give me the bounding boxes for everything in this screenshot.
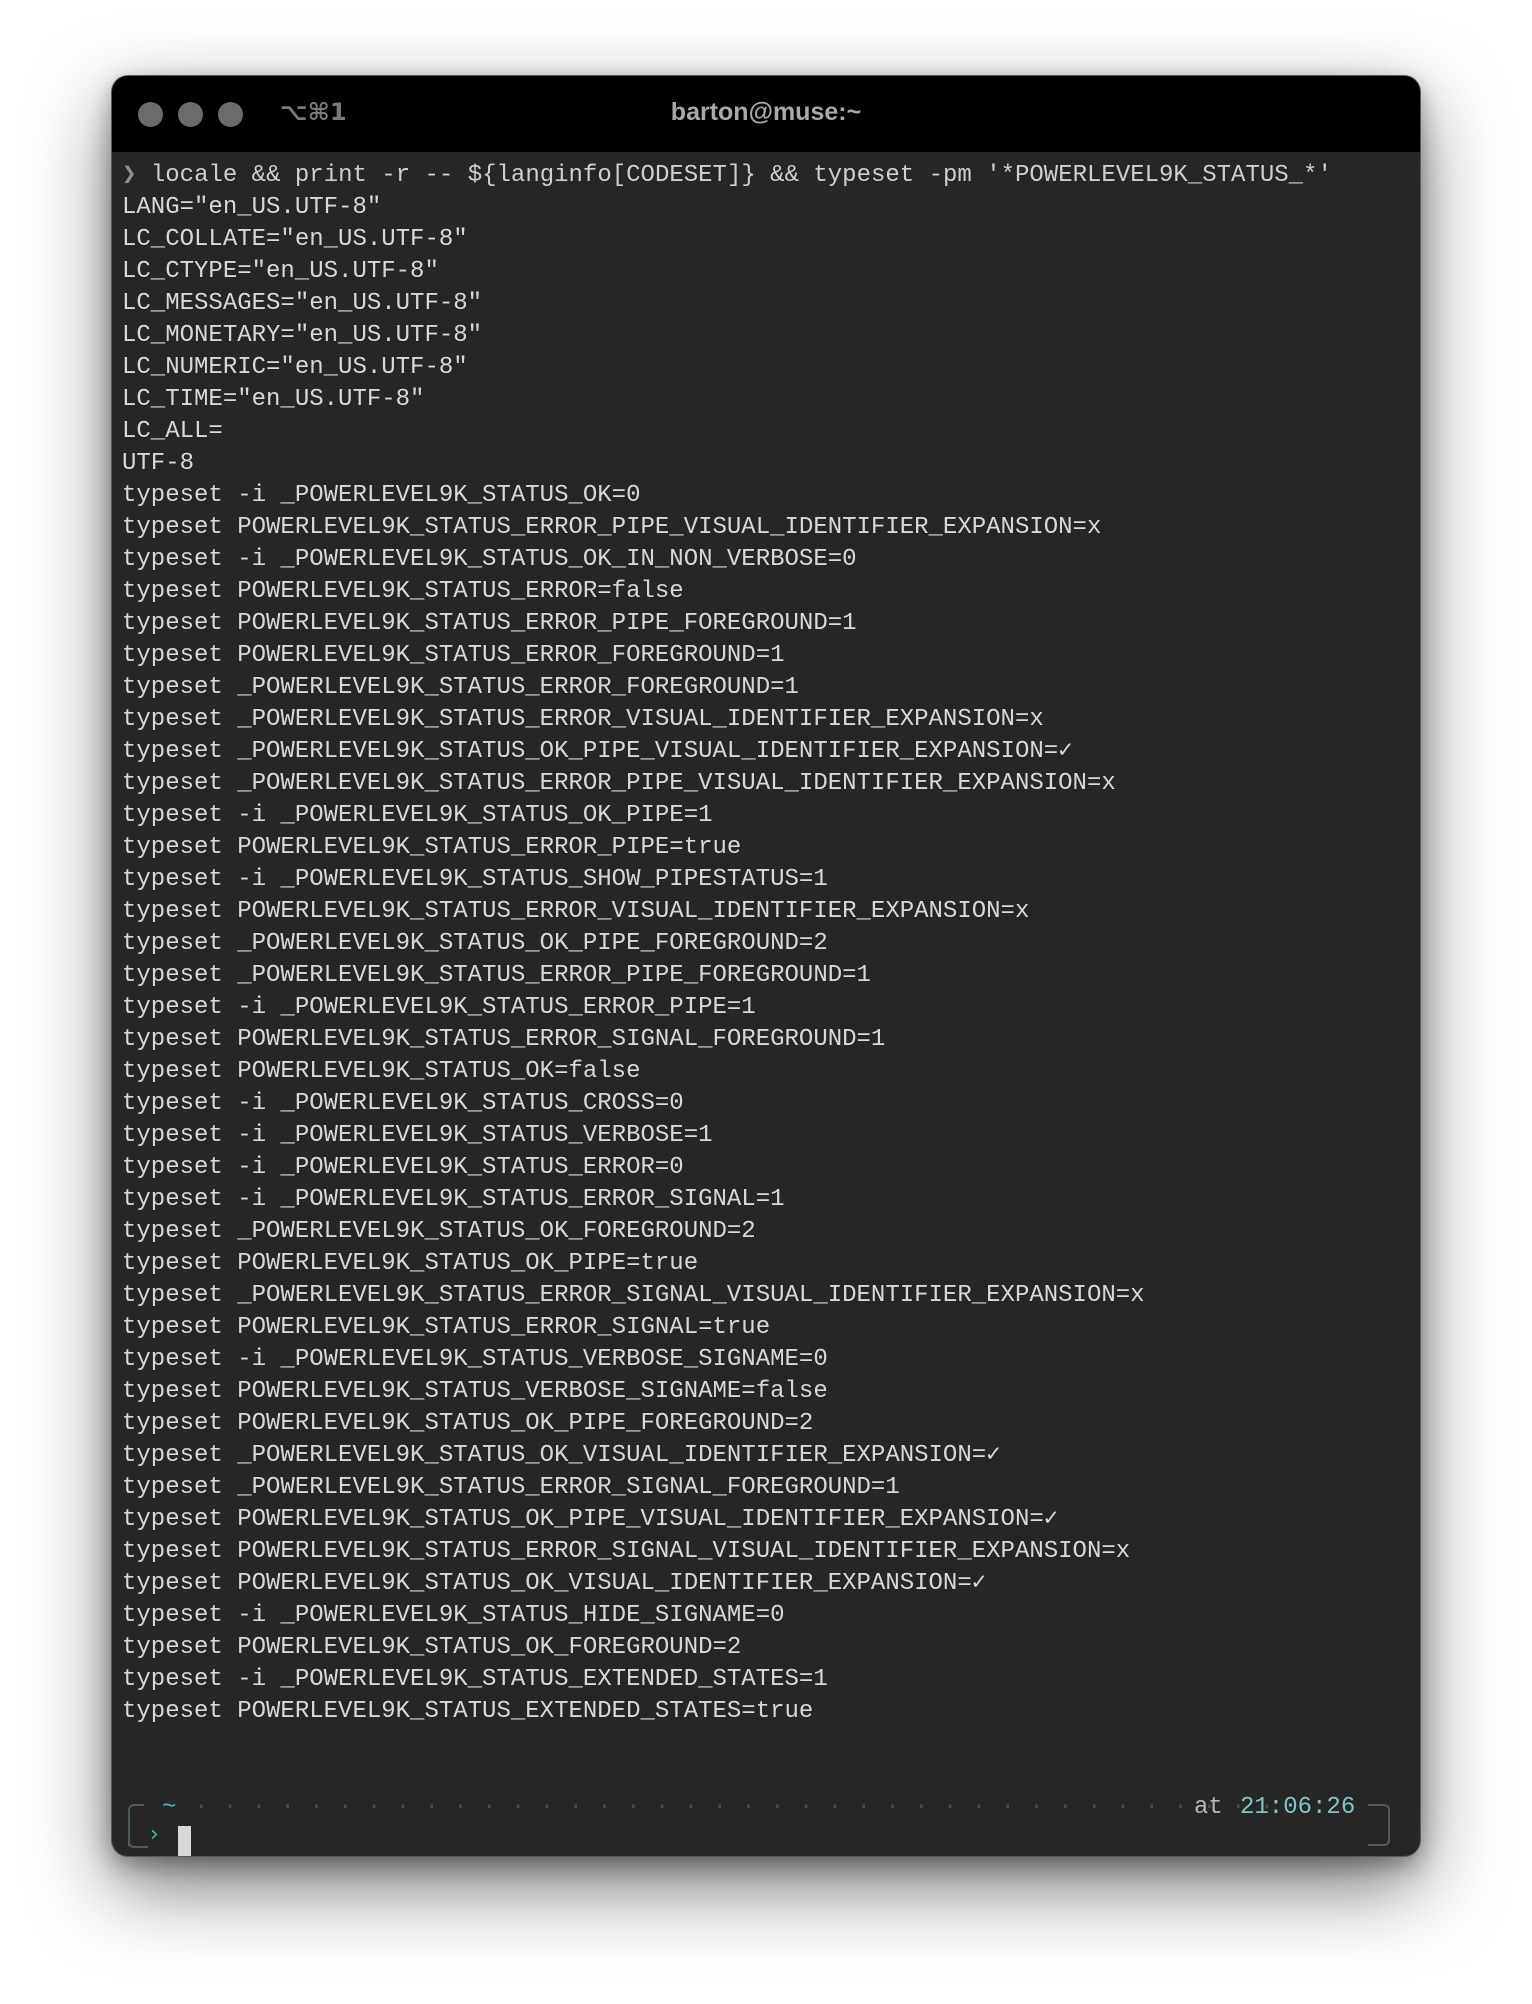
output-line: typeset -i _POWERLEVEL9K_STATUS_SHOW_PIP… [122,866,828,893]
prompt-frame-bottom-right [1368,1822,1390,1846]
output-line: typeset POWERLEVEL9K_STATUS_EXTENDED_STA… [122,1698,814,1725]
output-line: typeset POWERLEVEL9K_STATUS_ERROR_SIGNAL… [122,1538,1131,1565]
output-line: typeset _POWERLEVEL9K_STATUS_OK_PIPE_VIS… [122,738,1073,765]
output-line: typeset POWERLEVEL9K_STATUS_ERROR_VISUAL… [122,898,1030,925]
output-line: typeset _POWERLEVEL9K_STATUS_OK_VISUAL_I… [122,1442,1001,1469]
command-text: locale && print -r -- ${langinfo[CODESET… [150,162,1332,189]
output-line: typeset _POWERLEVEL9K_STATUS_ERROR_FOREG… [122,674,799,701]
output-line: LC_ALL= [122,418,223,445]
output-line: typeset POWERLEVEL9K_STATUS_ERROR=false [122,578,684,605]
output-line: LC_TIME="en_US.UTF-8" [122,386,425,413]
output-line: LC_MONETARY="en_US.UTF-8" [122,322,483,349]
output-line: typeset POWERLEVEL9K_STATUS_VERBOSE_SIGN… [122,1378,828,1405]
output-line: typeset -i _POWERLEVEL9K_STATUS_OK=0 [122,482,641,509]
output-line: typeset _POWERLEVEL9K_STATUS_ERROR_PIPE_… [122,962,871,989]
output-line: LC_MESSAGES="en_US.UTF-8" [122,290,483,317]
prompt-frame-bottom-left [128,1826,148,1848]
output-line: typeset POWERLEVEL9K_STATUS_OK_PIPE=true [122,1250,699,1277]
output-line: typeset -i _POWERLEVEL9K_STATUS_ERROR_PI… [122,994,756,1021]
output-line: UTF-8 [122,450,195,477]
output-line: typeset _POWERLEVEL9K_STATUS_ERROR_PIPE_… [122,770,1116,797]
output-line: typeset POWERLEVEL9K_STATUS_OK_VISUAL_ID… [122,1570,987,1597]
prompt-line[interactable]: ~ · · · · · · · · · · · · · · · · · · · … [112,1786,1420,1856]
output-line: typeset -i _POWERLEVEL9K_STATUS_OK_IN_NO… [122,546,857,573]
output-line: typeset -i _POWERLEVEL9K_STATUS_ERROR_SI… [122,1186,785,1213]
output-line: typeset -i _POWERLEVEL9K_STATUS_VERBOSE=… [122,1122,713,1149]
prompt-time: 21:06:26 [1240,1794,1356,1821]
output-line: typeset POWERLEVEL9K_STATUS_ERROR_PIPE_V… [122,514,1102,541]
output-line: typeset _POWERLEVEL9K_STATUS_OK_FOREGROU… [122,1218,756,1245]
title-bar: ⌥⌘1 barton@muse:~ [112,76,1420,152]
output-line: typeset POWERLEVEL9K_STATUS_OK_PIPE_FORE… [122,1410,814,1437]
prompt-chevron-icon: ❯ [122,162,137,189]
output-line: typeset _POWERLEVEL9K_STATUS_ERROR_VISUA… [122,706,1044,733]
output-line: typeset POWERLEVEL9K_STATUS_OK=false [122,1058,641,1085]
output-line: typeset POWERLEVEL9K_STATUS_ERROR_SIGNAL… [122,1314,771,1341]
window-title: barton@muse:~ [670,98,862,126]
output-line: LC_COLLATE="en_US.UTF-8" [122,226,468,253]
output-line: typeset -i _POWERLEVEL9K_STATUS_VERBOSE_… [122,1346,828,1373]
output-line: typeset POWERLEVEL9K_STATUS_ERROR_SIGNAL… [122,1026,886,1053]
block-cursor-icon[interactable] [178,1826,191,1856]
output-line: typeset POWERLEVEL9K_STATUS_OK_FOREGROUN… [122,1634,742,1661]
command-line: ❯ locale && print -r -- ${langinfo[CODES… [122,160,1412,192]
at-label: at [1194,1794,1223,1821]
output-line: typeset -i _POWERLEVEL9K_STATUS_ERROR=0 [122,1154,684,1181]
output-line: typeset POWERLEVEL9K_STATUS_ERROR_PIPE=t… [122,834,742,861]
output-line: typeset -i _POWERLEVEL9K_STATUS_CROSS=0 [122,1090,684,1117]
terminal-output[interactable]: ❯ locale && print -r -- ${langinfo[CODES… [122,160,1412,1728]
terminal-window: ⌥⌘1 barton@muse:~ ❯ locale && print -r -… [112,76,1420,1856]
current-directory: ~ [162,1794,177,1821]
output-line: typeset -i _POWERLEVEL9K_STATUS_HIDE_SIG… [122,1602,785,1629]
output-line: typeset -i _POWERLEVEL9K_STATUS_EXTENDED… [122,1666,828,1693]
output-line: typeset POWERLEVEL9K_STATUS_OK_PIPE_VISU… [122,1506,1059,1533]
output-line: typeset _POWERLEVEL9K_STATUS_ERROR_SIGNA… [122,1282,1145,1309]
output-line: LANG="en_US.UTF-8" [122,194,382,221]
output-line: typeset _POWERLEVEL9K_STATUS_OK_PIPE_FOR… [122,930,828,957]
output-line: typeset POWERLEVEL9K_STATUS_ERROR_PIPE_F… [122,610,857,637]
output-line: typeset _POWERLEVEL9K_STATUS_ERROR_SIGNA… [122,1474,900,1501]
prompt-filler-dots: · · · · · · · · · · · · · · · · · · · · … [194,1794,1275,1821]
output-line: LC_CTYPE="en_US.UTF-8" [122,258,439,285]
output-line: LC_NUMERIC="en_US.UTF-8" [122,354,468,381]
input-chevron-icon: › [150,1822,159,1847]
output-line: typeset POWERLEVEL9K_STATUS_ERROR_FOREGR… [122,642,785,669]
output-line: typeset -i _POWERLEVEL9K_STATUS_OK_PIPE=… [122,802,713,829]
